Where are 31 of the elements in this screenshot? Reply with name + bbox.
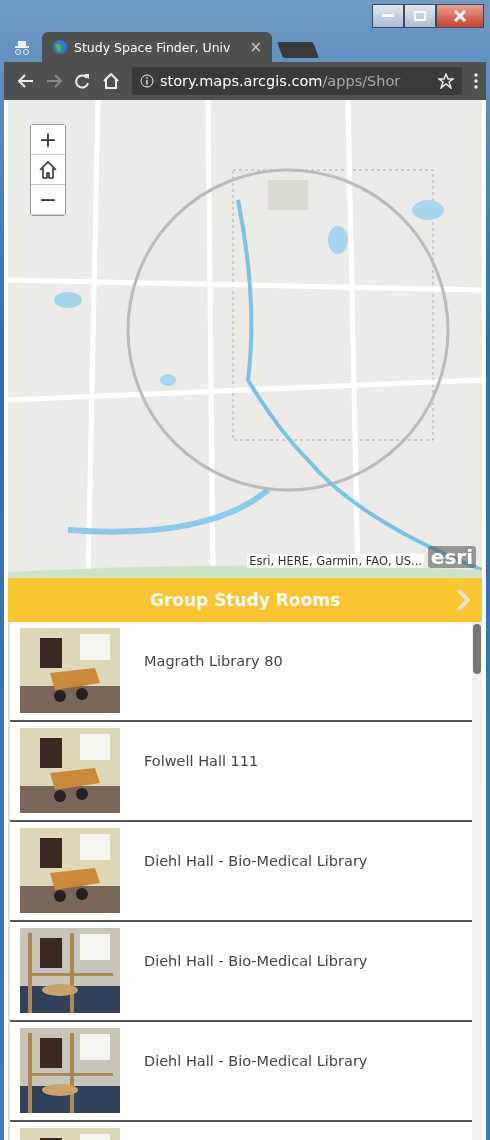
room-name: Diehl Hall - Bio-Medical Library xyxy=(144,953,368,969)
room-name: Folwell Hall 111 xyxy=(144,753,259,769)
globe-icon xyxy=(52,39,68,55)
room-name: Magrath Library 80 xyxy=(144,653,283,669)
panel-title: Group Study Rooms xyxy=(149,590,341,610)
new-tab-button[interactable] xyxy=(277,42,319,58)
close-icon xyxy=(454,10,466,22)
map-logo: esri xyxy=(427,546,476,568)
star-icon[interactable] xyxy=(438,73,454,89)
zoom-in-button[interactable]: + xyxy=(31,125,65,155)
room-name: Diehl Hall - Bio-Medical Library xyxy=(144,1053,368,1069)
map-attribution: Esri, HERE, Garmin, FAO, US... xyxy=(247,554,424,568)
minimize-icon xyxy=(382,14,394,18)
menu-icon[interactable] xyxy=(474,73,478,89)
home-icon xyxy=(38,159,58,180)
room-name: Diehl Hall - Bio-Medical Library xyxy=(144,853,368,869)
url-text: story.maps.arcgis.com/apps/Shor xyxy=(160,73,401,89)
tab-title: Study Space Finder, Univ xyxy=(74,39,232,55)
close-window-button[interactable] xyxy=(436,4,484,28)
maximize-icon xyxy=(414,11,426,21)
close-tab-button[interactable]: × xyxy=(249,38,262,56)
reload-icon[interactable] xyxy=(74,73,90,89)
address-bar[interactable]: story.maps.arcgis.com/apps/Shor xyxy=(132,67,462,95)
incognito-icon xyxy=(14,40,30,56)
browser-tab[interactable]: Study Space Finder, Univ × xyxy=(42,32,272,62)
scrollbar-thumb[interactable] xyxy=(473,624,481,674)
home-icon[interactable] xyxy=(102,73,120,89)
minimize-button[interactable] xyxy=(372,4,404,28)
back-icon[interactable] xyxy=(18,74,34,88)
maximize-button[interactable] xyxy=(404,4,436,28)
info-icon xyxy=(140,74,154,88)
